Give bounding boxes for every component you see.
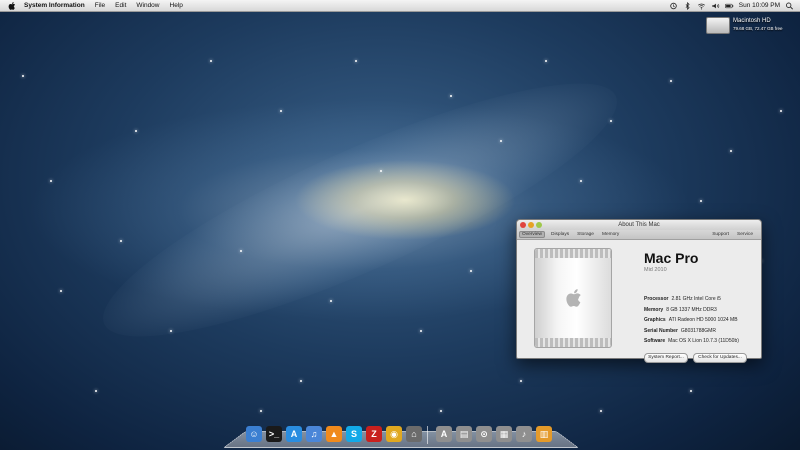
star [690,390,692,392]
macintosh-hd-icon[interactable] [706,17,730,34]
spec-processor: Processor 2.81 GHz Intel Core i5 [644,296,721,302]
music-stack-icon[interactable]: ♪ [516,426,532,442]
bluetooth-icon[interactable] [683,1,692,10]
apple-menu-icon[interactable] [8,1,16,10]
star [170,330,172,332]
pictures-stack-icon[interactable]: ▦ [496,426,512,442]
tab-service[interactable]: Service [735,232,755,237]
star [420,330,422,332]
vlc-icon[interactable]: ▲ [326,426,342,442]
star [520,380,522,382]
trash-icon[interactable]: ▥ [536,426,552,442]
filezilla-icon[interactable]: Z [366,426,382,442]
tab-storage[interactable]: Storage [575,232,596,237]
star [700,200,702,202]
menu-clock[interactable]: Sun 10:09 PM [739,2,780,9]
apple-logo-icon [566,289,581,307]
tab-overview[interactable]: Overview [519,231,545,238]
spec-software: Software Mac OS X Lion 10.7.3 (11D50b) [644,338,739,344]
window-toolbar: Overview Displays Storage Memory Support… [517,230,761,240]
spec-value: 2.81 GHz Intel Core i5 [671,296,721,302]
spec-label: Software [644,338,666,344]
close-button[interactable] [520,222,526,228]
window-title: About This Mac [618,222,660,228]
spec-label: Processor [644,296,669,302]
menu-file[interactable]: File [95,2,105,9]
menu-app-name[interactable]: System Information [24,2,85,9]
star [95,390,97,392]
star [22,75,24,77]
tab-displays[interactable]: Displays [549,232,571,237]
menu-window[interactable]: Window [136,2,159,9]
model-year: Mid 2010 [644,267,667,273]
overview-pane: Mac Pro Mid 2010 Processor 2.81 GHz Intel… [517,240,761,369]
terminal-icon[interactable]: >_ [266,426,282,442]
disk-info-label: 79.68 GB, 72.47 GB free [733,26,783,31]
star [50,180,52,182]
star [450,95,452,97]
time-machine-icon[interactable] [669,2,678,10]
spec-label: Serial Number [644,327,678,334]
star [440,410,442,412]
system-report-button[interactable]: System Report... [644,353,688,363]
zoom-button[interactable] [536,222,542,228]
star [380,170,382,172]
itunes-icon[interactable]: ♫ [306,426,322,442]
spec-label: Memory [644,306,664,313]
minimize-button[interactable] [528,222,534,228]
spec-serial-number: Serial Number G8031788GMR [644,328,716,334]
star [120,240,122,242]
spec-memory: Memory 8 GB 1337 MHz DDR3 [644,307,717,313]
wifi-icon[interactable] [697,2,706,10]
tab-memory[interactable]: Memory [600,232,621,237]
spotlight-search-icon[interactable] [785,2,794,10]
spec-value: G8031788GMR [680,327,716,334]
documents-stack-icon[interactable]: ▤ [456,426,472,442]
star [210,60,212,62]
finder-icon[interactable]: ☺ [246,426,262,442]
disk-name-label: Macintosh HD [733,18,771,24]
downloads-stack-icon[interactable]: ⊙ [476,426,492,442]
menu-edit[interactable]: Edit [115,2,126,9]
spec-value: Mac OS X Lion 10.7.3 (11D50b) [668,338,739,344]
battery-icon[interactable] [724,2,734,10]
star [355,60,357,62]
star [580,180,582,182]
skype-icon[interactable]: S [346,426,362,442]
spec-value: ATI Radeon HD 5000 1024 MB [668,317,738,323]
mac-pro-image [534,248,612,348]
star [330,300,332,302]
tab-support[interactable]: Support [710,232,731,237]
chrome-icon[interactable]: ◉ [386,426,402,442]
star [300,380,302,382]
star [730,150,732,152]
star [260,410,262,412]
spec-label: Graphics [644,317,666,323]
star [500,140,502,142]
model-name: Mac Pro [644,250,699,266]
star [280,110,282,112]
about-this-mac-window: About This Mac Overview Displays Storage… [516,219,762,363]
star [60,290,62,292]
star [545,60,547,62]
volume-icon[interactable] [711,2,720,10]
star [600,410,602,412]
applications-stack-icon[interactable]: A [436,426,452,442]
window-titlebar[interactable]: About This Mac [517,220,761,230]
menu-bar: System Information File Edit Window Help… [0,0,800,12]
star [670,80,672,82]
check-for-updates-button[interactable]: Check for Updates... [693,353,747,363]
star [780,110,782,112]
system-info-icon[interactable]: ⌂ [406,426,422,442]
spec-graphics: Graphics ATI Radeon HD 5000 1024 MB [644,317,738,323]
dock-separator [427,426,428,444]
star [470,270,472,272]
spec-value: 8 GB 1337 MHz DDR3 [666,306,717,313]
star [135,130,137,132]
menu-help[interactable]: Help [170,2,183,9]
star [240,250,242,252]
app-store-icon[interactable]: A [286,426,302,442]
star [610,120,612,122]
